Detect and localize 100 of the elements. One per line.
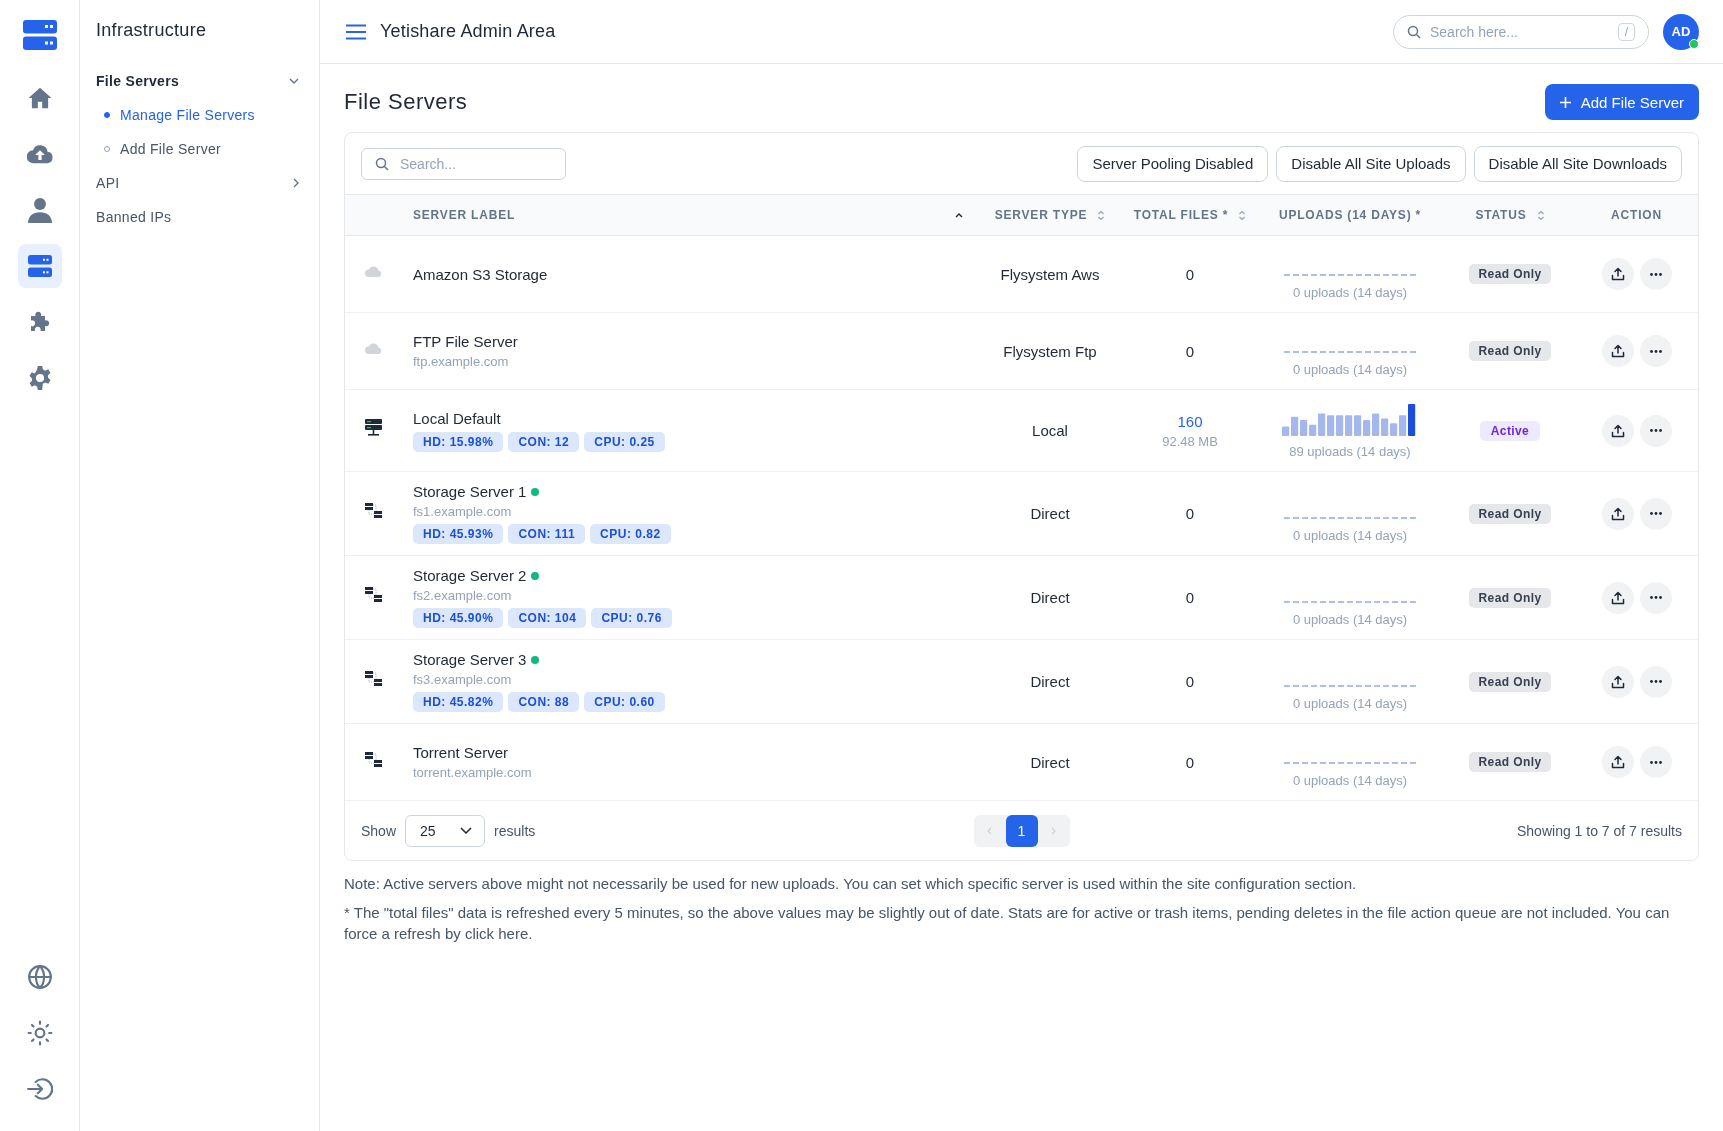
uploads-summary: 0 uploads (14 days)	[1292, 612, 1408, 627]
upload-button[interactable]	[1601, 665, 1634, 698]
user-avatar[interactable]: AD	[1663, 13, 1699, 50]
menu-button[interactable]	[346, 23, 366, 40]
server-host: fs3.example.com	[413, 672, 512, 687]
server-name: Storage Server 2	[413, 567, 527, 584]
add-file-server-button[interactable]: Add File Server	[1544, 84, 1699, 120]
stat-badge: HD: 45.82%	[413, 692, 504, 712]
status-badge: Read Only	[1468, 752, 1552, 772]
column-header: ACTION	[1610, 207, 1663, 224]
file-count-link[interactable]: 160	[1177, 412, 1203, 430]
chevron-down-icon	[289, 78, 299, 84]
uploads-summary: 89 uploads (14 days)	[1289, 444, 1411, 459]
status-badge: Read Only	[1468, 341, 1552, 361]
server-type: Direct	[1030, 589, 1070, 606]
uploads-summary: 0 uploads (14 days)	[1292, 285, 1408, 300]
chevron-left-icon	[987, 826, 992, 835]
more-icon	[1649, 760, 1662, 764]
stat-badge: CON: 12	[508, 431, 580, 452]
note-text: * The "total files" data is refreshed every 5 minutes, so the above values may be slightly out of date. Stats are for active or trash items, pending deletes in the file action queue are not included. You can force a refresh by click here.	[344, 903, 1671, 944]
more-icon	[1649, 429, 1662, 432]
stat-badge: CPU: 0.60	[584, 692, 665, 712]
more-icon	[1649, 349, 1662, 353]
server-type: Local	[1032, 422, 1068, 439]
server-host: torrent.example.com	[413, 765, 532, 780]
file-count: 0	[1185, 342, 1195, 360]
logo-icon	[22, 20, 57, 50]
server-name: Local Default	[413, 409, 501, 427]
stat-badge: CON: 111	[508, 524, 586, 544]
sign-in-icon	[26, 1076, 53, 1102]
more-button[interactable]	[1639, 665, 1672, 698]
server-name: Amazon S3 Storage	[413, 265, 548, 283]
upload-icon	[1610, 674, 1625, 689]
sidebar-subitem[interactable]: Add File Server	[96, 132, 303, 166]
toolbar-button[interactable]: Disable All Site Downloads	[1473, 145, 1682, 182]
more-button[interactable]	[1639, 258, 1672, 290]
note-text: Note: Active servers above might not necessarily be used for new uploads. You can set which specific server is used within the site configuration section.	[344, 874, 1358, 894]
more-button[interactable]	[1639, 746, 1672, 778]
more-button[interactable]	[1639, 581, 1672, 614]
table-search-field[interactable]: Search...	[361, 147, 566, 180]
plus-icon	[1559, 96, 1571, 108]
status-badge: Read Only	[1468, 587, 1552, 608]
column-header[interactable]: STATUS	[1445, 195, 1575, 235]
chevron-right-icon	[1051, 826, 1056, 835]
servers-button[interactable]	[17, 244, 62, 288]
stat-badge: CPU: 0.76	[591, 608, 672, 628]
sort-icon	[1097, 209, 1106, 221]
sidebar-item[interactable]: API	[96, 166, 303, 200]
home-icon	[26, 85, 53, 111]
app-title: Yetishare Admin Area	[380, 21, 557, 42]
network-servers-icon	[364, 503, 382, 518]
status-badge: Read Only	[1468, 503, 1552, 524]
more-icon	[1649, 596, 1662, 599]
upload-button[interactable]	[1601, 335, 1634, 367]
more-button[interactable]	[1639, 335, 1672, 367]
page-title: File Servers	[344, 89, 468, 115]
stat-badge: CON: 104	[508, 608, 587, 628]
column-header[interactable]: TOTAL FILES *	[1125, 195, 1255, 235]
shortcut-key: /	[1617, 22, 1635, 41]
server-host: ftp.example.com	[413, 354, 509, 369]
network-servers-icon	[364, 587, 382, 602]
sidebar-item[interactable]: File Servers	[96, 64, 303, 98]
server-type: Flysystem Ftp	[1003, 342, 1097, 360]
column-header[interactable]: SERVER TYPE	[975, 195, 1125, 235]
upload-button[interactable]	[1601, 414, 1634, 447]
upload-button[interactable]	[1601, 746, 1634, 778]
server-host: fs2.example.com	[413, 588, 512, 603]
column-header: UPLOADS (14 DAYS) *	[1277, 207, 1423, 224]
more-button[interactable]	[1639, 414, 1672, 447]
sidebar-subitem[interactable]: Manage File Servers	[96, 98, 303, 132]
cloud-icon	[364, 265, 382, 277]
page-size-select[interactable]: 25	[405, 814, 486, 847]
more-icon	[1649, 272, 1662, 276]
upload-button[interactable]	[1601, 258, 1634, 290]
stat-badge: CPU: 0.25	[584, 431, 665, 452]
uploads-summary: 0 uploads (14 days)	[1292, 528, 1408, 543]
upload-button[interactable]	[1601, 581, 1634, 614]
toolbar-button[interactable]: Disable All Site Uploads	[1276, 145, 1466, 182]
sun-icon	[26, 1020, 53, 1046]
servers-icon	[27, 255, 52, 277]
page-button[interactable]: 1	[1005, 814, 1038, 847]
status-badge: Active	[1479, 420, 1541, 441]
upload-icon	[1610, 267, 1625, 281]
upload-icon	[1610, 755, 1625, 769]
show-label: Show	[361, 822, 397, 839]
upload-icon	[1610, 423, 1625, 438]
sidebar-item[interactable]: Banned IPs	[96, 200, 303, 234]
file-count: 0	[1185, 589, 1195, 606]
results-label: results	[494, 822, 536, 839]
more-button[interactable]	[1639, 497, 1672, 530]
server-type: Flysystem Aws	[1000, 265, 1100, 283]
sidebar-title: Infrastructure	[96, 20, 208, 42]
column-header[interactable]: SERVER LABEL	[413, 195, 975, 235]
stat-badge: CPU: 0.82	[590, 524, 671, 544]
uploads-summary: 0 uploads (14 days)	[1292, 773, 1408, 788]
upload-button[interactable]	[1601, 497, 1634, 530]
toolbar-button[interactable]: Server Pooling Disabled	[1077, 145, 1269, 182]
more-icon	[1649, 680, 1662, 683]
sort-up-icon	[955, 212, 963, 218]
file-count: 0	[1185, 505, 1195, 522]
